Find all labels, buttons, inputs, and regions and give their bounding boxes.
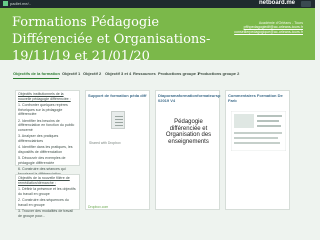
card-title: Objectifs de la nouvelle filière de remé… — [16, 175, 79, 186]
card-title-text: Objectifs institutionnels de la nouvelle… — [18, 92, 71, 101]
card-footer-link[interactable]: Dropbox.com — [88, 205, 108, 209]
card-line: 4. Identifier dans les pratiques, les di… — [18, 145, 73, 154]
card-line: 3. Analyser des pratiques différenciatri… — [18, 134, 59, 143]
card-line: 5. Découvrir des exemples de pédagogie d… — [18, 156, 66, 165]
file-label: Shared with Dropbox — [89, 141, 121, 145]
tab-objectif-2[interactable]: Objectif 2 — [83, 71, 101, 76]
document-icon — [111, 111, 125, 129]
app-icon — [3, 1, 8, 6]
page-title: Formations Pédagogie Différenciée et Org… — [12, 15, 211, 64]
card-line: 2. Construire des séquences du travail e… — [18, 198, 69, 207]
column-objectifs: Objectifs institutionnels de la nouvelle… — [15, 88, 80, 218]
card-header: Diaporamaformationformateursp 02019 V4 — [158, 93, 221, 103]
user-avatar[interactable] — [301, 1, 311, 7]
tab-productions-groupe-1[interactable]: Productions groupe 1 — [158, 71, 199, 76]
tab-objectif-3-4[interactable]: Objectif 3 et 4 — [105, 71, 131, 76]
card-title-text: Objectifs de la nouvelle filière de remé… — [18, 176, 70, 185]
card-objectifs-1[interactable]: Objectifs institutionnels de la nouvelle… — [15, 90, 80, 176]
slide-title: Pédagogie différenciée et — [169, 119, 208, 132]
active-tab-indicator — [13, 78, 59, 79]
top-bar: padlet.me/.. netboard.me — [0, 0, 315, 8]
card-objectifs-2[interactable]: Objectifs de la nouvelle filière de remé… — [15, 174, 80, 218]
column-commentaires: Commentaires Formation De Farb — [225, 88, 290, 210]
tab-objectif-1[interactable]: Objectif 1 — [62, 71, 80, 76]
meta-email-2[interactable]: conseillerpedagogique@ac-orleans-tours.f… — [234, 30, 303, 34]
tab-objectifs-formation[interactable]: Objectifs de la formation — [13, 71, 60, 76]
topbar-left[interactable]: padlet.me/.. — [3, 1, 31, 6]
card-title: Objectifs institutionnels de la nouvelle… — [16, 91, 79, 102]
card-line: 2. Identifier les besoins de différencia… — [18, 118, 75, 132]
header-meta: Académie d'Orléans - Tours pfthpedagogie… — [234, 21, 303, 34]
tab-bar: Objectifs de la formation Objectif 1 Obj… — [0, 68, 315, 80]
topbar-left-text: padlet.me/.. — [10, 1, 31, 6]
card-header: Commentaires Formation De Farb — [228, 93, 283, 103]
tab-productions-groupe-2[interactable]: Productions groupe 2 — [198, 71, 239, 76]
brand-logo[interactable]: netboard.me — [259, 0, 295, 6]
card-line: 1. Définir la présence et les objectifs … — [18, 187, 76, 196]
column-support: Support de formation péda diff Shared wi… — [85, 88, 150, 210]
card-diaporama[interactable]: Diaporamaformationformateursp 02019 V4 P… — [155, 90, 220, 210]
card-line: 1. Confronter quelques repères théorique… — [18, 103, 68, 116]
column-diaporama: Diaporamaformationformateursp 02019 V4 P… — [155, 88, 220, 210]
board-header: Formations Pédagogie Différenciée et Org… — [0, 8, 315, 64]
card-line: 3. Trouver des modalités de travail de g… — [18, 209, 73, 218]
card-header: Support de formation péda diff — [88, 93, 147, 98]
card-commentaires[interactable]: Commentaires Formation De Farb — [225, 90, 290, 210]
document-preview-icon — [231, 111, 286, 151]
tab-ressources[interactable]: Ressources — [133, 71, 156, 76]
card-support[interactable]: Support de formation péda diff Shared wi… — [85, 90, 150, 210]
slide-subtitle: Organisation des enseignements — [165, 132, 212, 145]
